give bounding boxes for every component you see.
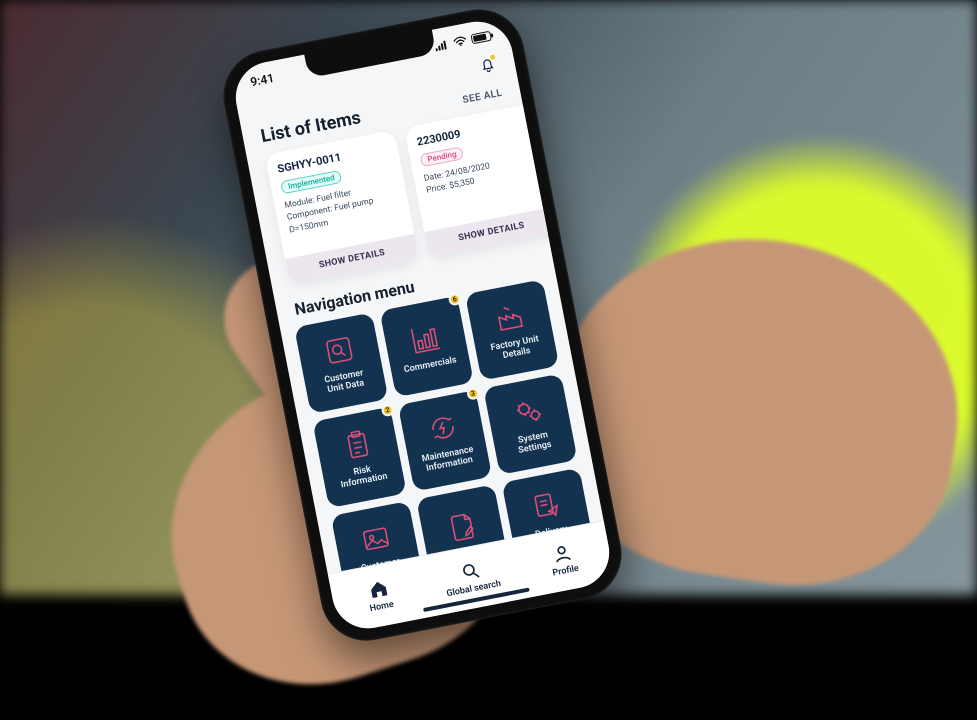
see-all-link[interactable]: SEE ALL: [462, 88, 504, 106]
nav-tile-commercials[interactable]: 6 Commercials: [380, 296, 474, 397]
nav-tile-label: Factory Unit Details: [490, 334, 542, 364]
nav-tile-risk-information[interactable]: 2 Risk Information: [312, 407, 406, 508]
chart-icon: [406, 320, 444, 358]
refresh-bolt-icon: [424, 409, 462, 447]
tile-badge: 6: [448, 292, 462, 306]
tab-label: Profile: [552, 564, 580, 579]
nav-tile-label: Maintenance Information: [421, 444, 476, 474]
nav-tile-label: System Settings: [516, 430, 553, 457]
nav-tile-label: Commercials: [403, 355, 457, 375]
factory-icon: [491, 298, 529, 336]
status-badge: Pending: [419, 146, 464, 167]
document-edit-icon: [443, 508, 481, 546]
item-card[interactable]: SGHYY-0011 Implemented Module: Fuel filt…: [265, 130, 420, 285]
tile-badge: 2: [381, 403, 395, 417]
nav-tile-label: Risk Information: [338, 461, 388, 490]
item-card[interactable]: 2230009 Pending Date: 24/08/2020 Price: …: [404, 103, 559, 258]
status-time: 9:41: [249, 71, 275, 89]
notifications-button[interactable]: [477, 54, 498, 75]
nav-tile-system-settings[interactable]: System Settings: [483, 374, 577, 475]
profile-icon: [551, 542, 574, 565]
nav-tile-maintenance-information[interactable]: 3 Maintenance Information: [398, 390, 492, 491]
signal-icon: [434, 39, 450, 51]
nav-tile-factory-unit-details[interactable]: Factory Unit Details: [465, 279, 559, 380]
account-search-icon: [320, 331, 358, 369]
clipboard-icon: [338, 426, 376, 464]
status-icons: [434, 31, 492, 52]
cogs-icon: [509, 392, 547, 430]
home-icon: [367, 578, 390, 601]
nav-tile-label: Customer Unit Data: [324, 368, 367, 396]
wifi-icon: [453, 35, 468, 47]
battery-icon: [470, 31, 492, 45]
search-icon: [459, 560, 482, 583]
tile-badge: 3: [466, 387, 480, 401]
picture-icon: [357, 520, 395, 558]
nav-tile-customer-unit-data[interactable]: Customer Unit Data: [294, 312, 388, 413]
send-doc-icon: [527, 487, 565, 525]
tab-label: Home: [369, 600, 395, 614]
